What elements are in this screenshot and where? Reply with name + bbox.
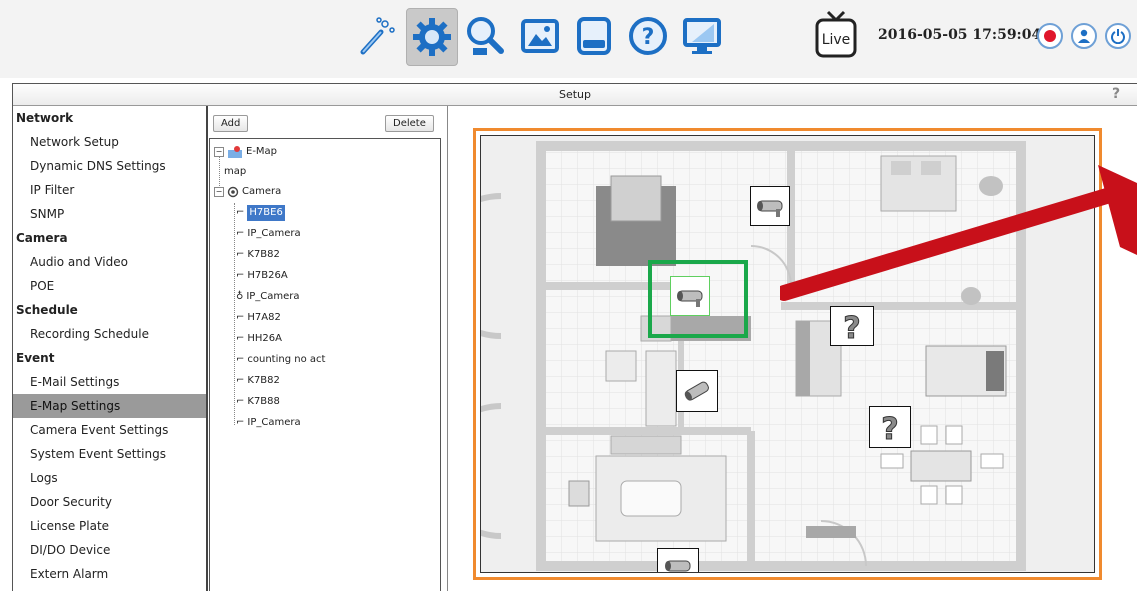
sidebar-item-dynamic-dns[interactable]: Dynamic DNS Settings [13,154,206,178]
tree-camera-item[interactable]: ⌐ IP_Camera [236,226,301,242]
sidebar-header-event: Event [16,351,55,365]
sidebar-item-emap-settings[interactable]: E-Map Settings [13,394,206,418]
camera-icon: ⌐ [236,396,245,407]
add-button[interactable]: Add [213,115,249,132]
sidebar-item-network-setup[interactable]: Network Setup [13,130,206,154]
sidebar-item-dido-device[interactable]: DI/DO Device [13,538,206,562]
tree-camera-item[interactable]: ⌐ H7B26A [236,268,288,284]
map-camera-marker-selected[interactable] [670,276,710,316]
tree-camera-item[interactable]: ⌐ IP_Camera [236,415,301,431]
map-unknown-marker[interactable]: ? [830,306,874,346]
camera-icon: ⌐ [236,270,245,281]
setup-gear-icon[interactable] [406,8,458,66]
search-playback-icon[interactable] [460,8,510,64]
sidebar-item-license-plate[interactable]: License Plate [13,514,206,538]
power-icon [1111,29,1125,44]
svg-text:?: ? [881,412,898,442]
tree-camera-item[interactable]: ⌐ counting no act [236,352,325,368]
emap-folder-icon [228,146,242,158]
setup-title: Setup [558,88,592,101]
unknown-device-icon: ? [881,412,899,442]
sidebar-header-network: Network [16,111,74,125]
camera-icon: ⌐ [236,207,245,218]
help-icon[interactable]: ? [623,8,673,64]
live-label: Live [822,32,851,48]
tree-collapse-toggle[interactable]: − [214,147,224,157]
camera-icon: ⌐ [236,228,245,239]
annotation-arrow [780,165,1137,301]
sidebar-header-camera: Camera [16,231,68,245]
live-button[interactable]: Live [813,6,859,68]
emap-tree-panel: Add Delete − E-Map map − Camera ⌐H7BE6 [209,106,448,591]
tree-node-map[interactable]: map [224,164,246,180]
dome-camera-icon: ♁ [236,291,244,302]
sidebar-item-audio-video[interactable]: Audio and Video [13,250,206,274]
power-button[interactable] [1105,23,1131,49]
monitor-icon[interactable] [677,8,727,64]
map-camera-marker[interactable] [657,548,699,572]
bullet-camera-icon [684,381,709,401]
sidebar-item-system-event-settings[interactable]: System Event Settings [13,442,206,466]
tree-camera-item[interactable]: ⌐ K7B88 [236,394,280,410]
tree-node-emap[interactable]: − E-Map [214,144,277,160]
bullet-camera-icon [665,560,691,572]
bullet-camera-icon [677,290,703,307]
current-datetime: 2016-05-05 17:59:04 [878,27,1042,43]
emap-image-icon[interactable] [515,8,565,64]
sidebar-item-ip-filter[interactable]: IP Filter [13,178,206,202]
map-unknown-marker[interactable]: ? [869,406,911,448]
camera-icon: ⌐ [236,312,245,323]
tree-camera-item[interactable]: ♁ IP_Camera [236,289,300,305]
record-button[interactable] [1037,23,1063,49]
setup-help-icon[interactable]: ? [1109,87,1123,101]
user-button[interactable] [1071,23,1097,49]
map-camera-marker[interactable] [676,370,718,412]
sidebar-item-email-settings[interactable]: E-Mail Settings [13,370,206,394]
sidebar-header-schedule: Schedule [16,303,78,317]
sidebar-item-snmp[interactable]: SNMP [13,202,206,226]
camera-icon: ⌐ [236,417,245,428]
sidebar-item-logs[interactable]: Logs [13,466,206,490]
tree-camera-item[interactable]: ⌐ H7A82 [236,310,281,326]
camera-icon: ⌐ [236,249,245,260]
tree-camera-item[interactable]: ⌐ K7B82 [236,247,280,263]
sidebar-item-extern-alarm[interactable]: Extern Alarm [13,562,206,586]
unknown-device-icon: ? [843,311,861,341]
camera-icon: ⌐ [236,354,245,365]
camera-icon: ⌐ [236,333,245,344]
user-icon [1078,29,1090,43]
setup-title-bar: Setup ? [13,84,1137,106]
sidebar-item-poe[interactable]: POE [13,274,206,298]
storage-icon[interactable] [569,8,619,64]
record-icon [1044,30,1056,42]
top-toolbar: ? Live 2016-05-05 17:59:04 [0,0,1137,78]
tree-collapse-toggle[interactable]: − [214,187,224,197]
wizard-icon[interactable] [352,8,402,64]
svg-text:?: ? [843,311,860,341]
sidebar-item-recording-schedule[interactable]: Recording Schedule [13,322,206,346]
setup-sidebar: Network Network Setup Dynamic DNS Settin… [13,106,208,591]
svg-text:?: ? [642,25,655,50]
emap-tree: − E-Map map − Camera ⌐ H7BE6 ⌐ IP_Camera ⌐… [209,138,441,591]
camera-icon: ⌐ [236,375,245,386]
delete-button[interactable]: Delete [385,115,434,132]
tree-camera-item[interactable]: ⌐ HH26A [236,331,282,347]
sidebar-item-camera-event-settings[interactable]: Camera Event Settings [13,418,206,442]
tree-camera-item[interactable]: ⌐ K7B82 [236,373,280,389]
tree-node-camera-root[interactable]: − Camera [214,184,281,200]
camera-root-icon [227,186,239,198]
tree-camera-item[interactable]: ⌐ H7BE6 [236,205,285,221]
sidebar-item-door-security[interactable]: Door Security [13,490,206,514]
